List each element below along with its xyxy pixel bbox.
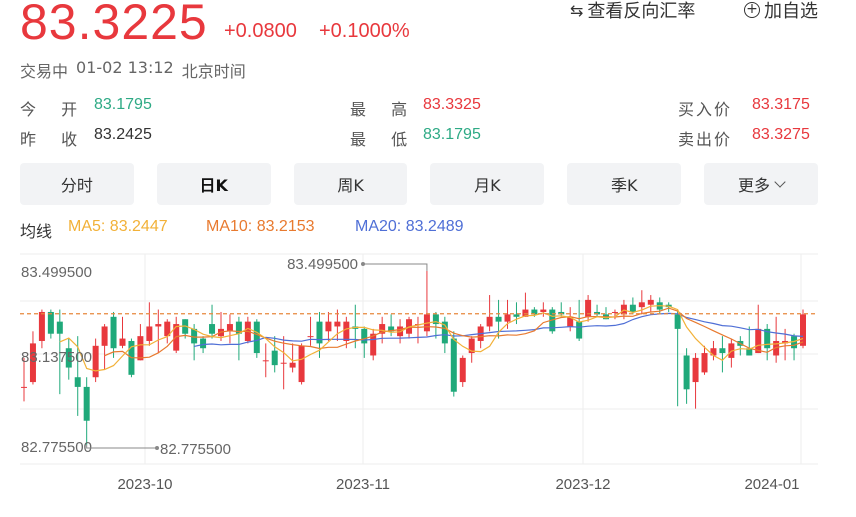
candle-body	[101, 326, 108, 346]
x-tick-label: 2024-01	[744, 476, 799, 493]
max-annotation: 83.499500	[287, 256, 358, 273]
candle-body	[674, 314, 681, 329]
candle-body	[361, 328, 368, 344]
candle-body	[155, 324, 162, 327]
y-tick-label: 83.137500	[21, 349, 92, 366]
candle-body	[701, 353, 708, 373]
candle-body	[513, 314, 520, 317]
candle-body	[200, 338, 207, 349]
min-leader-line	[86, 444, 157, 449]
candle-body	[253, 321, 260, 354]
min-annotation: 82.775500	[160, 441, 231, 458]
candle-body	[137, 336, 144, 361]
candle-body	[540, 309, 547, 312]
candle-body	[719, 348, 726, 354]
y-tick-label: 82.775500	[21, 439, 92, 456]
candle-body	[209, 324, 216, 334]
candle-body	[74, 377, 81, 387]
ma5-line	[59, 305, 804, 372]
candle-body	[334, 321, 341, 327]
candle-body	[47, 311, 54, 334]
candle-body	[647, 299, 654, 305]
x-tick-label: 2023-11	[336, 476, 390, 493]
candle-body	[307, 336, 314, 338]
candle-body	[692, 357, 699, 383]
max-marker	[361, 262, 365, 266]
candlestick-chart[interactable]: 83.499500 83.137500 82.775500 2023-10 2023-1…	[0, 0, 856, 517]
candle-body	[683, 355, 690, 390]
candle-body	[262, 360, 269, 362]
candle-body	[92, 345, 99, 378]
candle-body	[710, 348, 717, 356]
candle-body	[629, 304, 636, 312]
candle-body	[146, 326, 153, 341]
candle-body	[38, 311, 45, 341]
max-leader-line	[363, 263, 428, 271]
candle-body	[325, 321, 332, 332]
candle-body	[486, 316, 493, 327]
candle-body	[611, 311, 618, 313]
candle-body	[271, 350, 278, 366]
y-tick-label: 83.499500	[21, 264, 92, 281]
x-tick-label: 2023-12	[555, 476, 610, 493]
candle-body	[110, 316, 117, 349]
candle-body	[576, 321, 583, 339]
candle-body	[83, 386, 90, 421]
x-tick-label: 2023-10	[117, 476, 172, 493]
candle-body	[119, 338, 126, 346]
candle-body	[800, 314, 806, 346]
candle-body	[495, 316, 502, 322]
min-marker	[155, 446, 159, 450]
candle-body	[280, 362, 287, 364]
candle-body	[21, 386, 27, 388]
candle-body	[638, 302, 645, 308]
candle-body	[459, 357, 466, 383]
candle-body	[289, 362, 296, 368]
candle-body	[56, 321, 63, 334]
candle-body	[343, 321, 350, 341]
candle-body	[298, 345, 305, 383]
candle-body	[504, 314, 511, 322]
candle-body	[450, 338, 457, 392]
